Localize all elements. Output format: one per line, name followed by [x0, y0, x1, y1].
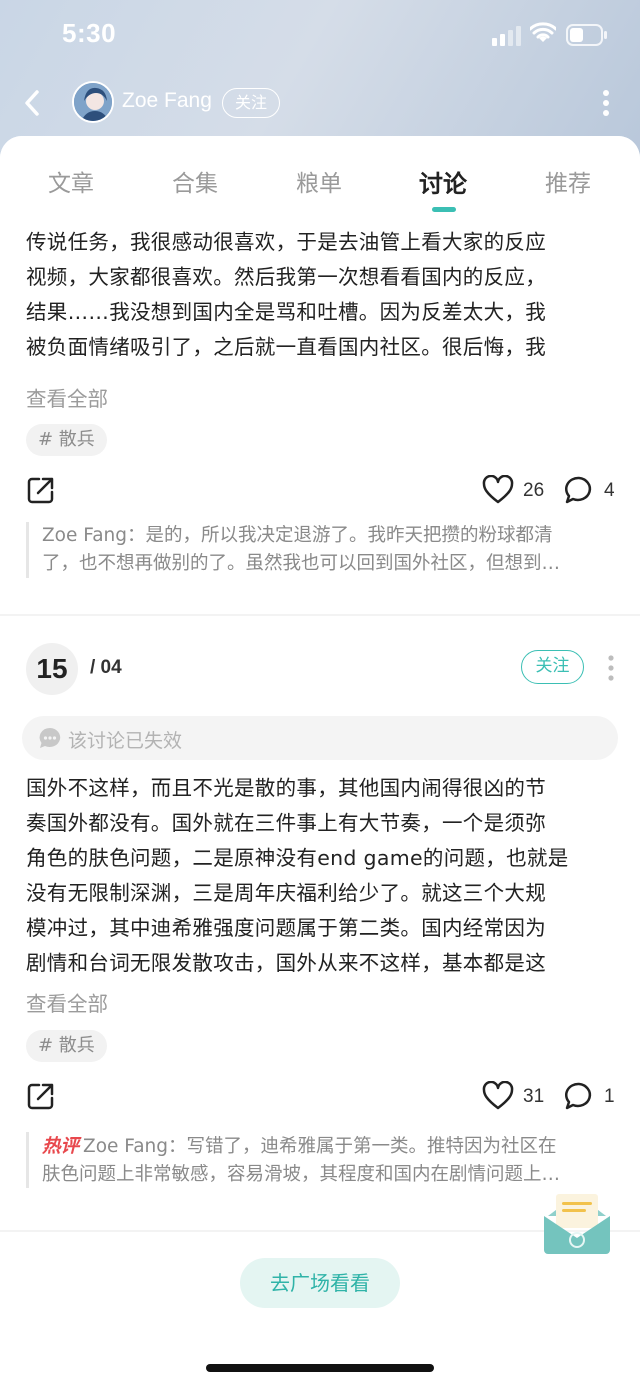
- post2-tag[interactable]: # 散兵: [26, 1030, 107, 1062]
- hot-comment-badge: 热评: [42, 1135, 80, 1156]
- wifi-icon: [530, 22, 556, 42]
- status-time: 5:30: [62, 18, 117, 48]
- post1-line: 视频，大家都很喜欢。然后我第一次想看看国内的反应，: [26, 265, 546, 289]
- post1-line: 结果……我没想到国内全是骂和吐槽。因为反差太大，我: [26, 300, 546, 324]
- share-icon[interactable]: [26, 1081, 56, 1111]
- post2-total: / 04: [90, 657, 122, 678]
- reply-line: Zoe Fang：是的，所以我决定退游了。我昨天把攒的粉球都清: [42, 525, 553, 546]
- post2-line: 剧情和台词无限发散攻击，国外从来不这样，基本都是这: [26, 951, 546, 975]
- like-heart-icon[interactable]: [482, 1081, 514, 1111]
- follow-author-button[interactable]: 关注: [222, 88, 280, 118]
- tab-collections[interactable]: 合集: [145, 164, 245, 198]
- post2-more-icon[interactable]: [606, 654, 616, 682]
- cellular-signal-icon: [492, 26, 521, 46]
- like-heart-icon[interactable]: [482, 475, 514, 505]
- post2-like-count: 31: [523, 1086, 545, 1107]
- back-arrow-icon[interactable]: [20, 88, 44, 118]
- reply-text: Zoe Fang：写错了，迪希雅属于第一类。推特因为社区在: [83, 1136, 557, 1157]
- post2-body: 国外不这样，而且不光是散的事，其他国内闹得很凶的节 奏国外都没有。国外就在三件事…: [26, 771, 616, 981]
- post1-top-reply[interactable]: Zoe Fang：是的，所以我决定退游了。我昨天把攒的粉球都清 了，也不想再做别…: [26, 522, 616, 578]
- post2-index-badge: 15: [26, 643, 78, 695]
- post2-line: 奏国外都没有。国外就在三件事上有大节奏，一个是须弥: [26, 811, 546, 835]
- share-icon[interactable]: [26, 475, 56, 505]
- reply-line: 肤色问题上非常敏感，容易滑坡，其程度和国内在剧情问题上…: [42, 1164, 561, 1185]
- post2-top-reply[interactable]: 热评 Zoe Fang：写错了，迪希雅属于第一类。推特因为社区在 肤色问题上非常敏…: [26, 1132, 616, 1188]
- post2-comment-count: 1: [604, 1086, 615, 1107]
- post1-comment-count: 4: [604, 480, 615, 501]
- status-bar: 5:30: [0, 0, 640, 70]
- post2-view-all-link[interactable]: 查看全部: [26, 987, 108, 1017]
- post2-line: 没有无限制深渊，三是周年庆福利给少了。就这三个大规: [26, 881, 546, 905]
- post1-like-count: 26: [523, 480, 545, 501]
- post2-line: 模冲过，其中迪希雅强度问题属于第二类。国内经常因为: [26, 916, 546, 940]
- go-to-plaza-button[interactable]: 去广场看看: [240, 1258, 400, 1308]
- more-options-icon[interactable]: [600, 88, 612, 118]
- reply-line: 热评 Zoe Fang：写错了，迪希雅属于第一类。推特因为社区在: [42, 1132, 616, 1161]
- post2-follow-button[interactable]: 关注: [521, 650, 584, 684]
- post1-body: 传说任务，我很感动很喜欢，于是去油管上看大家的反应 视频，大家都很喜欢。然后我第…: [26, 225, 616, 365]
- tab-discussion[interactable]: 讨论: [393, 164, 493, 199]
- post2-line: 角色的肤色问题，二是原神没有end game的问题，也就是: [26, 846, 569, 870]
- post-divider: [0, 614, 640, 616]
- tab-articles[interactable]: 文章: [21, 164, 121, 198]
- comment-bubble-icon[interactable]: [564, 1081, 594, 1111]
- envelope-letter-icon[interactable]: [540, 1186, 614, 1258]
- post1-tag[interactable]: # 散兵: [26, 424, 107, 456]
- author-name[interactable]: Zoe Fang: [122, 89, 212, 113]
- post1-line: 被负面情绪吸引了，之后就一直看国内社区。很后悔，我: [26, 335, 546, 359]
- home-indicator: [206, 1364, 434, 1372]
- chat-bubble-icon: [39, 728, 61, 748]
- reply-line: 了，也不想再做别的了。虽然我也可以回到国外社区，但想到…: [42, 553, 561, 574]
- post1-view-all-link[interactable]: 查看全部: [26, 382, 108, 412]
- author-avatar[interactable]: [72, 81, 114, 123]
- comment-bubble-icon[interactable]: [564, 475, 594, 505]
- nav-bar: Zoe Fang 关注: [0, 76, 640, 130]
- post1-line: 传说任务，我很感动很喜欢，于是去油管上看大家的反应: [26, 230, 546, 254]
- active-tab-indicator: [432, 207, 456, 212]
- tab-recommend[interactable]: 推荐: [518, 164, 618, 198]
- discussion-invalid-notice: 该讨论已失效: [22, 716, 618, 760]
- battery-icon: [566, 24, 607, 46]
- post2-line: 国外不这样，而且不光是散的事，其他国内闹得很凶的节: [26, 776, 546, 800]
- tab-bar: 文章 合集 粮单 讨论 推荐: [0, 136, 640, 216]
- avatar-portrait-icon: [74, 83, 112, 121]
- invalid-notice-text: 该讨论已失效: [68, 730, 183, 752]
- tab-lists[interactable]: 粮单: [269, 164, 369, 198]
